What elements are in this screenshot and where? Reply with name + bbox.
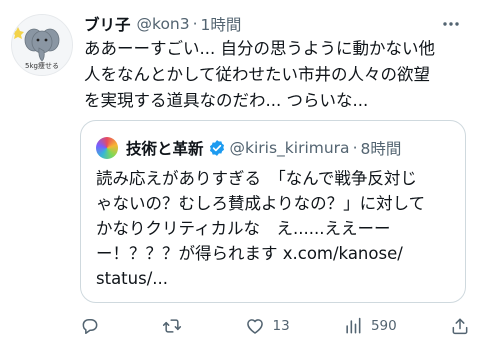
more-dots-icon[interactable] [440,13,462,35]
tweet-header: ブリ子 @kon3 · 1時間 [84,12,462,36]
quote-separator-dot: · [352,139,358,157]
elephant-avatar-image: 5kg痩せる [12,15,72,75]
avatar[interactable]: 5kg痩せる [11,14,73,76]
retweet-icon [163,319,182,333]
heart-icon [246,319,263,334]
share-button[interactable] [450,316,470,336]
quote-header: 技術と革新 @kiris_kirimura · 8時間 [96,136,457,160]
reply-button[interactable] [80,316,108,336]
action-bar: 13 590 [80,314,470,338]
quote-text: 読み応えがありすぎる 「なんで戦争反対じ ゃないの？むしろ賛成よりなの？」に対し… [96,169,426,288]
views-chart-icon [346,317,361,334]
quote-author-name: 技術と革新 [126,140,204,158]
share-icon [452,318,468,335]
author-handle[interactable]: @kon3 [137,15,190,33]
separator-dot: · [192,15,198,33]
reply-icon [82,319,98,334]
quote-time: 8時間 [360,140,402,158]
like-count: 13 [272,318,290,334]
tweet-time[interactable]: 1時間 [201,13,242,35]
quote-avatar[interactable] [96,137,118,159]
quoted-tweet[interactable]: 技術と革新 @kiris_kirimura · 8時間 読み応えがありすぎる 「… [80,120,466,303]
tweet-text: ああーーすごい... 自分の思うように動かない他 人をなんとかして従わせたい市井… [84,39,435,110]
views-count: 590 [370,318,397,334]
verified-badge-icon [208,139,226,157]
avatar-caption: 5kg痩せる [25,61,59,70]
views-button[interactable]: 590 [343,316,397,336]
like-button[interactable]: 13 [245,316,290,336]
quote-author-handle: @kiris_kirimura [229,139,350,157]
retweet-button[interactable] [161,316,191,336]
author-name[interactable]: ブリ子 [84,13,131,35]
